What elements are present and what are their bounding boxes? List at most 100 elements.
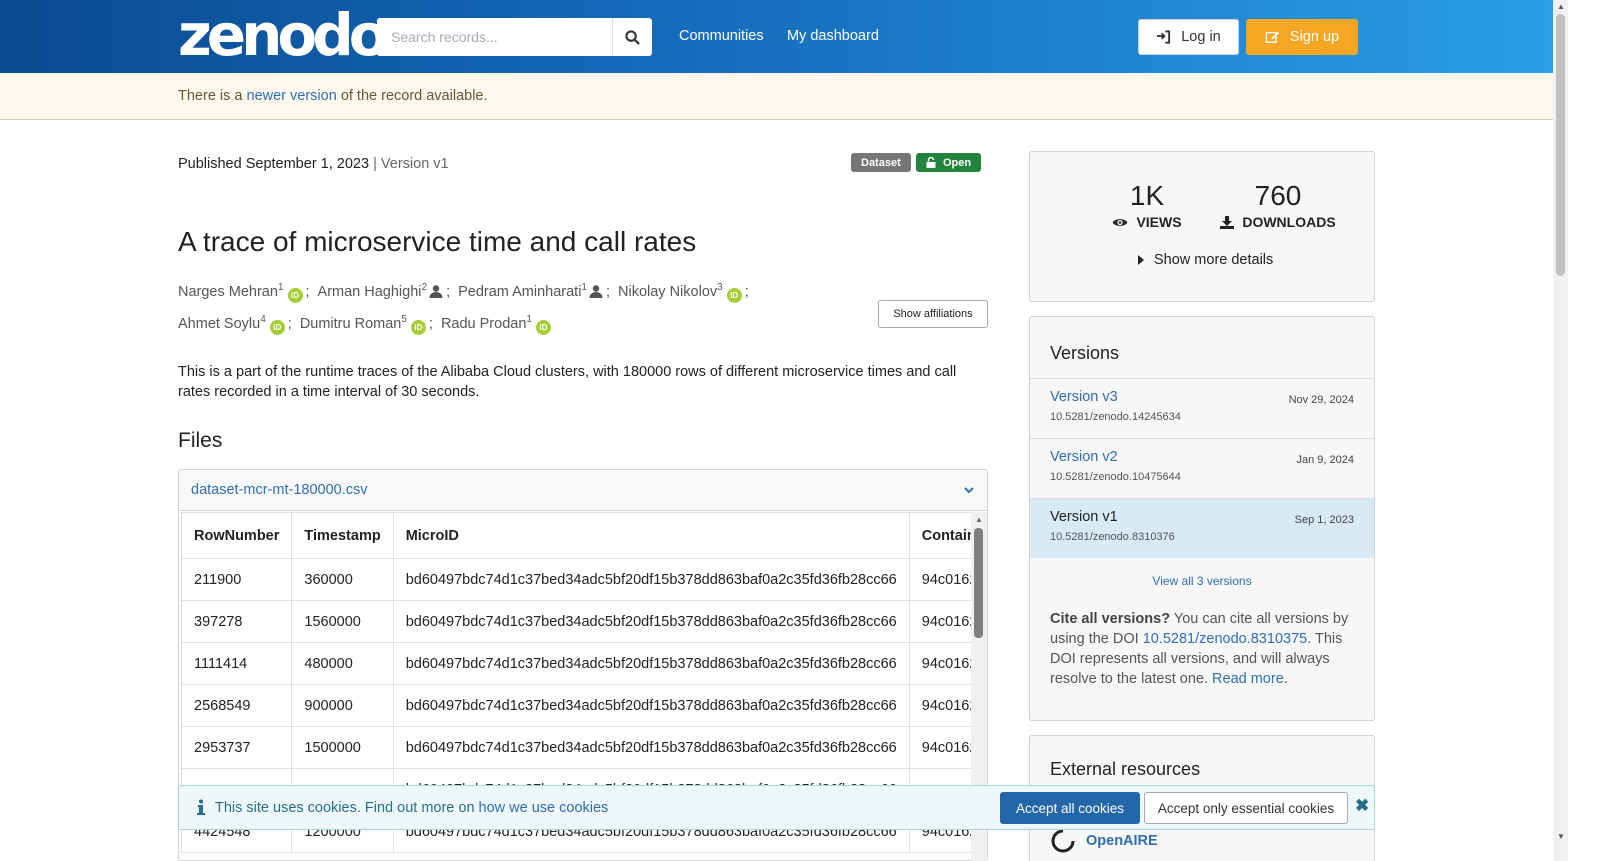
table-cell: 94c0162695e8 bbox=[908, 726, 974, 769]
download-icon bbox=[1220, 215, 1235, 229]
table-cell: 900000 bbox=[291, 684, 394, 727]
page-scroll-thumb[interactable] bbox=[1556, 14, 1565, 276]
affiliation-number: 1 bbox=[277, 282, 284, 293]
orcid-icon[interactable]: iD bbox=[287, 287, 303, 303]
author-name[interactable]: Radu Prodan bbox=[441, 316, 526, 332]
nav-my-dashboard[interactable]: My dashboard bbox=[787, 28, 879, 44]
author-name[interactable]: Narges Mehran bbox=[178, 284, 278, 300]
table-row: 397278 1560000 bd60497bdc74d1c37bed34adc5b… bbox=[181, 600, 974, 643]
column-header: ContainerID bbox=[908, 512, 974, 559]
external-resources-heading: External resources bbox=[1050, 759, 1201, 779]
orcid-icon[interactable]: iD bbox=[535, 319, 551, 335]
close-icon[interactable]: ✖ bbox=[1355, 796, 1369, 816]
version-doi: 10.5281/zenodo.14245634 bbox=[1050, 411, 1181, 423]
record-description: This is a part of the runtime traces of … bbox=[178, 364, 957, 400]
versions-card: Versions Version v3 Nov 29, 2024 10.5281/z… bbox=[1029, 316, 1375, 721]
table-cell: 211900 bbox=[181, 558, 293, 601]
author-name[interactable]: Arman Haghighi bbox=[318, 284, 422, 300]
table-cell: 2953737 bbox=[181, 726, 293, 769]
record-title: A trace of microservice time and call ra… bbox=[178, 226, 697, 257]
person-icon bbox=[589, 285, 603, 298]
read-more-link[interactable]: Read more bbox=[1212, 671, 1284, 687]
login-label: Log in bbox=[1181, 29, 1221, 45]
preview-scroll-thumb[interactable] bbox=[974, 528, 983, 638]
downloads-label-text: DOWNLOADS bbox=[1242, 214, 1336, 230]
access-label: Open bbox=[943, 156, 972, 169]
downloads-label: DOWNLOADS bbox=[1218, 214, 1338, 230]
openaire-label[interactable]: OpenAIRE bbox=[1086, 833, 1158, 849]
affiliation-number: 4 bbox=[260, 313, 266, 325]
table-row: 2953737 1500000 bd60497bdc74d1c37bed34adc5… bbox=[181, 726, 974, 769]
page-scroll-up-icon[interactable]: ▲ bbox=[1557, 2, 1565, 11]
show-more-details-toggle[interactable]: Show more details bbox=[1138, 252, 1273, 268]
signup-button[interactable]: Sign up bbox=[1246, 19, 1358, 55]
table-cell: 94c0162695e8 bbox=[908, 558, 974, 601]
version-doi: 10.5281/zenodo.10475644 bbox=[1050, 471, 1181, 483]
author-name[interactable]: Ahmet Soylu bbox=[178, 316, 260, 332]
person-icon bbox=[429, 285, 443, 298]
newer-version-notice: There is a newer version of the record a… bbox=[0, 73, 1553, 120]
resource-type-badge: Dataset bbox=[851, 153, 911, 172]
orcid-icon[interactable]: iD bbox=[726, 287, 742, 303]
cite-all-versions: Cite all versions? You can cite all vers… bbox=[1050, 611, 1349, 687]
search-input[interactable] bbox=[377, 18, 612, 56]
version-item[interactable]: Version v2 Jan 9, 2024 10.5281/zenodo.1047… bbox=[1030, 438, 1374, 498]
cookie-banner: This site uses cookies. Find out more on… bbox=[178, 785, 1375, 830]
table-row: 2568549 900000 bd60497bdc74d1c37bed34adc5b… bbox=[181, 684, 974, 727]
cookie-policy-link[interactable]: how we use cookies bbox=[479, 800, 609, 816]
table-cell: bd60497bdc74d1c37bed34adc5bf20df15b378dd… bbox=[392, 684, 910, 727]
publication-date: Published September 1, 2023 bbox=[178, 156, 370, 172]
table-row: 1111414 480000 bd60497bdc74d1c37bed34adc5b… bbox=[181, 642, 974, 685]
author-name[interactable]: Pedram Aminharati bbox=[458, 284, 581, 300]
chevron-down-icon[interactable] bbox=[963, 486, 975, 494]
page-scroll-down-icon[interactable]: ▼ bbox=[1557, 832, 1565, 841]
affiliation-number: 2 bbox=[421, 282, 428, 293]
table-cell: 94c0162695e8 bbox=[908, 600, 974, 643]
file-name-link[interactable]: dataset-mcr-mt-180000.csv bbox=[191, 482, 367, 498]
view-all-versions-label[interactable]: View all 3 versions bbox=[1152, 574, 1251, 588]
version-item[interactable]: Version v3 Nov 29, 2024 10.5281/zenodo.142… bbox=[1030, 378, 1374, 438]
author-name[interactable]: Dumitru Roman bbox=[300, 316, 402, 332]
openaire-logo-icon bbox=[1051, 829, 1075, 853]
openaire-link[interactable]: OpenAIRE bbox=[1050, 828, 1158, 854]
table-cell: 480000 bbox=[291, 642, 394, 685]
login-button[interactable]: Log in bbox=[1138, 19, 1239, 55]
stats-card: 1K VIEWS 760 DOWNLOADS Show more details bbox=[1029, 151, 1375, 302]
table-cell: 397278 bbox=[181, 600, 293, 643]
cookie-message: This site uses cookies. Find out more on bbox=[215, 800, 475, 816]
column-header: RowNumber bbox=[181, 512, 293, 559]
version-doi: 10.5281/zenodo.8310376 bbox=[1050, 531, 1175, 543]
author-separator: ; bbox=[744, 283, 749, 300]
version-item[interactable]: Version v1 Sep 1, 2023 10.5281/zenodo.8310… bbox=[1030, 498, 1374, 558]
nav-communities[interactable]: Communities bbox=[679, 28, 764, 44]
author-item: Radu Prodan1iD bbox=[441, 306, 562, 338]
newer-version-link[interactable]: newer version bbox=[247, 88, 337, 104]
show-affiliations-button[interactable]: Show affiliations bbox=[878, 300, 988, 328]
search-bar bbox=[377, 18, 652, 56]
sign-in-icon bbox=[1157, 30, 1171, 44]
version-date: Jan 9, 2024 bbox=[1296, 454, 1355, 466]
zenodo-logo[interactable]: zenodo bbox=[178, 6, 389, 64]
author-name[interactable]: Nikolay Nikolov bbox=[618, 284, 717, 300]
view-all-versions-link[interactable]: View all 3 versions bbox=[1030, 574, 1374, 588]
accept-essential-cookies-button[interactable]: Accept only essential cookies bbox=[1144, 792, 1348, 824]
concept-doi-link[interactable]: 10.5281/zenodo.8310375 bbox=[1143, 631, 1308, 647]
accept-all-cookies-button[interactable]: Accept all cookies bbox=[1000, 792, 1140, 824]
author-item: Ahmet Soylu4iD; bbox=[178, 306, 300, 338]
page-scrollbar[interactable]: ▲ ▼ bbox=[1553, 0, 1568, 861]
edit-icon bbox=[1265, 31, 1279, 43]
notice-suffix: of the record available. bbox=[340, 88, 488, 104]
search-button[interactable] bbox=[612, 18, 652, 56]
version-date: Sep 1, 2023 bbox=[1294, 514, 1354, 526]
orcid-icon[interactable]: iD bbox=[269, 319, 285, 335]
author-item: Narges Mehran1iD; bbox=[178, 274, 318, 306]
info-icon bbox=[197, 799, 205, 815]
file-header[interactable]: dataset-mcr-mt-180000.csv bbox=[179, 470, 987, 511]
orcid-icon[interactable]: iD bbox=[410, 319, 426, 335]
authors-list: Narges Mehran1iD; Arman Haghighi2; Pedram … bbox=[178, 274, 868, 338]
author-separator: ; bbox=[305, 283, 310, 300]
table-cell: 94c0162695e8 bbox=[908, 684, 974, 727]
table-cell: bd60497bdc74d1c37bed34adc5bf20df15b378dd… bbox=[392, 726, 910, 769]
column-header: MicroID bbox=[392, 512, 910, 559]
scroll-up-arrow-icon[interactable]: ▲ bbox=[975, 515, 983, 524]
